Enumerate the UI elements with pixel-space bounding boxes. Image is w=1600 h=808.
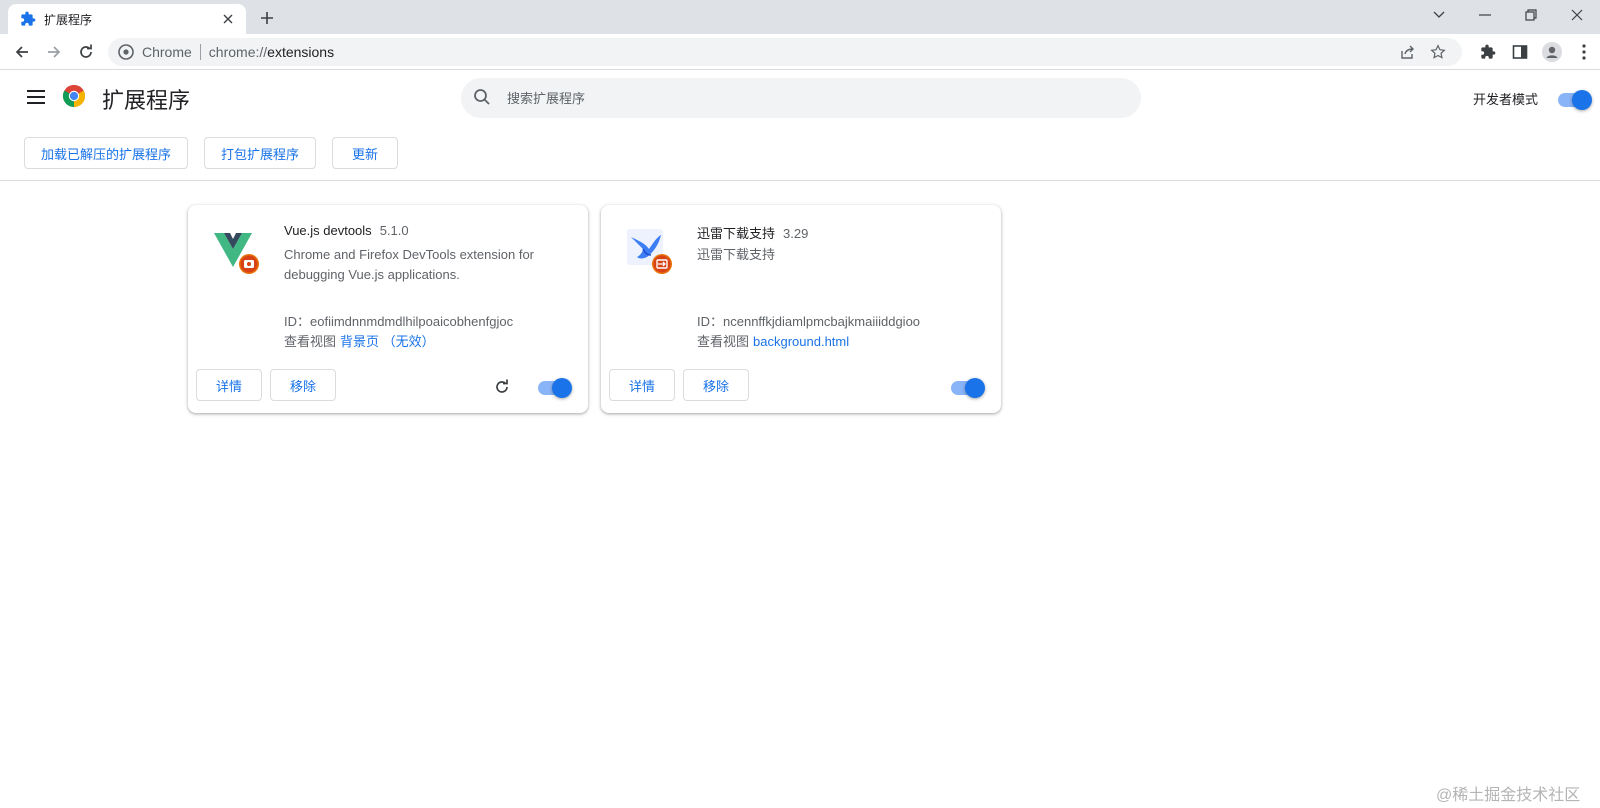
- extension-card-thunder: 迅雷下载支持 3.29 迅雷下载支持 ID：ncennffkjdiamlpmcba…: [601, 205, 1001, 413]
- chrome-logo-icon: [62, 84, 86, 107]
- search-icon: [473, 88, 493, 108]
- update-button[interactable]: 更新: [332, 137, 398, 169]
- thunder-bird-icon: [627, 229, 672, 274]
- address-bar[interactable]: Chrome chrome://extensions: [108, 38, 1462, 66]
- url-text: chrome://extensions: [209, 44, 334, 60]
- inspect-views: 查看视图 background.html: [697, 331, 849, 350]
- reload-extension-icon[interactable]: [492, 377, 512, 397]
- background-page-link[interactable]: 背景页 （无效）: [340, 334, 435, 349]
- inspect-views: 查看视图 背景页 （无效）: [284, 331, 435, 350]
- browser-toolbar: Chrome chrome://extensions: [0, 34, 1600, 70]
- inspect-views-label: 查看视图: [697, 334, 750, 349]
- bookmark-star-icon[interactable]: [1428, 42, 1448, 62]
- site-label: Chrome: [142, 44, 192, 60]
- hamburger-menu-icon[interactable]: [26, 87, 46, 107]
- pack-extension-button[interactable]: 打包扩展程序: [204, 137, 316, 169]
- extension-id: ID：ncennffkjdiamlpmcbajkmaiiiddgioo: [697, 314, 921, 329]
- restore-icon[interactable]: [1508, 0, 1554, 30]
- search-extensions-box[interactable]: [461, 78, 1141, 118]
- profile-avatar-icon[interactable]: [1536, 40, 1568, 64]
- dev-mode-label: 开发者模式: [1473, 92, 1539, 107]
- details-button[interactable]: 详情: [196, 369, 262, 401]
- window-close-icon[interactable]: [1554, 0, 1600, 30]
- tab-search-chevron-icon[interactable]: [1416, 0, 1462, 30]
- puzzle-icon: [20, 11, 36, 27]
- enable-toggle[interactable]: [538, 378, 572, 398]
- toggle-knob: [552, 378, 572, 398]
- remove-button[interactable]: 移除: [270, 369, 336, 401]
- side-panel-icon[interactable]: [1504, 40, 1536, 64]
- vue-logo-icon: [214, 233, 259, 274]
- extension-name: Vue.js devtools 5.1.0: [284, 223, 409, 238]
- details-button[interactable]: 详情: [609, 369, 675, 401]
- more-menu-icon[interactable]: [1568, 40, 1600, 64]
- extension-title: 迅雷下载支持: [697, 226, 776, 241]
- extension-version: 5.1.0: [379, 223, 409, 238]
- tab-extensions[interactable]: 扩展程序: [8, 4, 246, 34]
- watermark: @稀土掘金技术社区: [1436, 787, 1581, 804]
- search-input[interactable]: [507, 90, 1107, 106]
- extension-description: 迅雷下载支持: [697, 247, 776, 262]
- extension-card-vue-devtools: Vue.js devtools 5.1.0 Chrome and Firefox …: [188, 205, 588, 413]
- toggle-knob: [1572, 90, 1592, 110]
- background-page-link[interactable]: background.html: [753, 334, 849, 349]
- load-unpacked-button[interactable]: 加载已解压的扩展程序: [24, 137, 188, 169]
- forward-icon[interactable]: [42, 40, 66, 64]
- extensions-header: 扩展程序 开发者模式: [0, 71, 1600, 127]
- tab-strip: 扩展程序: [0, 0, 1600, 34]
- enable-toggle[interactable]: [951, 378, 985, 398]
- remove-button[interactable]: 移除: [683, 369, 749, 401]
- reload-icon[interactable]: [74, 40, 98, 64]
- back-icon[interactable]: [10, 40, 34, 64]
- url-scheme: chrome://: [208, 44, 268, 60]
- url-path: extensions: [267, 44, 335, 60]
- tab-title: 扩展程序: [44, 12, 93, 27]
- close-icon[interactable]: [220, 11, 236, 27]
- extension-name: 迅雷下载支持 3.29: [697, 223, 808, 242]
- inspect-views-label: 查看视图: [284, 334, 337, 349]
- omnibox-divider: [199, 44, 201, 60]
- toggle-knob: [965, 378, 985, 398]
- card-footer: 详情 移除: [188, 363, 588, 413]
- extensions-puzzle-icon[interactable]: [1472, 40, 1504, 64]
- page-title: 扩展程序: [102, 88, 191, 113]
- dev-mode-toggle[interactable]: [1558, 90, 1592, 110]
- chrome-site-icon: [118, 44, 134, 60]
- new-tab-button[interactable]: [256, 7, 278, 29]
- extension-title: Vue.js devtools: [284, 223, 372, 238]
- share-icon[interactable]: [1398, 42, 1418, 62]
- extension-id: ID：eofiimdnnmdmdlhilpoaicobhenfgjoc: [284, 314, 514, 329]
- extension-version: 3.29: [783, 226, 809, 241]
- developer-toolbar: 加载已解压的扩展程序 打包扩展程序 更新: [0, 127, 1600, 181]
- minimize-icon[interactable]: [1462, 0, 1508, 30]
- card-footer: 详情 移除: [601, 363, 1001, 413]
- extension-description: Chrome and Firefox DevTools extension fo…: [284, 247, 535, 282]
